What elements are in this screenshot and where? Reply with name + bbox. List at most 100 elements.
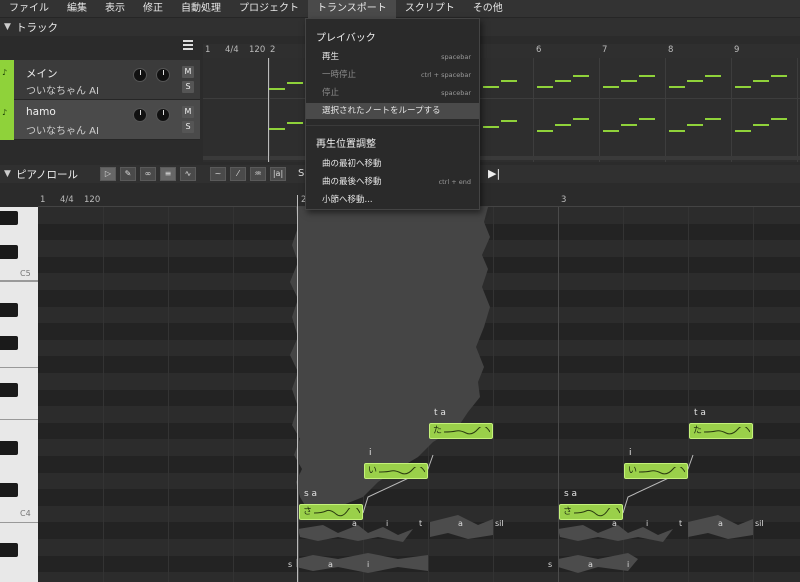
mini-note [735, 86, 751, 88]
menu-item-go-measure[interactable]: 小節へ移動... [306, 192, 479, 208]
note[interactable]: た [689, 423, 753, 439]
piano-roll-grid[interactable]: さ い た さ い た s a i t a s a i t a a i t a … [38, 207, 800, 582]
pan-knob[interactable] [156, 108, 170, 122]
note[interactable]: さ [299, 504, 363, 520]
volume-knob[interactable] [133, 68, 147, 82]
pan-knob[interactable] [156, 68, 170, 82]
mini-note [287, 122, 303, 124]
menu-file[interactable]: ファイル [0, 0, 58, 18]
position-header: 再生位置調整 [316, 139, 376, 150]
link-tool-button[interactable]: ∞ [140, 167, 156, 181]
track-singer[interactable]: ついなちゃん AI [26, 122, 99, 137]
menu-other[interactable]: その他 [464, 0, 512, 18]
snap-tool-button[interactable]: ≡ [160, 167, 176, 181]
black-key[interactable] [0, 543, 18, 557]
menu-auto[interactable]: 自動処理 [172, 0, 230, 18]
mini-note [771, 118, 787, 120]
waveform-tool-button[interactable]: ♒ [250, 167, 266, 181]
curve-tool-button[interactable]: ~ [210, 167, 226, 181]
volume-knob[interactable] [133, 108, 147, 122]
mini-note [537, 86, 553, 88]
track-toolbar [0, 36, 200, 58]
select-tool-button[interactable]: ▷ [100, 167, 116, 181]
menu-item-pause: 一時停止 ctrl + spacebar [322, 70, 471, 80]
menu-item-loop-selected[interactable]: 選択されたノートをループする [306, 103, 479, 119]
mini-note [705, 118, 721, 120]
track-color-tab[interactable] [0, 60, 14, 100]
mini-note [555, 80, 571, 82]
black-key[interactable] [0, 441, 18, 455]
mini-note [753, 80, 769, 82]
arrangement-ruler[interactable]: 1 4/4 120 2 6 7 8 9 [203, 44, 800, 58]
menu-item-go-start[interactable]: 曲の最初へ移動 [306, 156, 479, 172]
mini-note [687, 80, 703, 82]
black-key[interactable] [0, 303, 18, 317]
menu-project[interactable]: プロジェクト [230, 0, 308, 18]
menu-icon[interactable] [183, 40, 193, 52]
mute-button[interactable]: M [182, 106, 194, 118]
piano-keyboard[interactable]: C5 C4 [0, 207, 38, 582]
track-singer[interactable]: ついなちゃん AI [26, 82, 99, 97]
track-row-hamo[interactable]: ♪ hamo ついなちゃん AI M S [0, 100, 200, 140]
black-key[interactable] [0, 383, 18, 397]
horizontal-scrollbar[interactable] [203, 156, 800, 160]
menu-item-play[interactable]: 再生 spacebar [306, 49, 479, 65]
track-name[interactable]: hamo [26, 106, 56, 118]
menu-edit[interactable]: 編集 [58, 0, 96, 18]
piano-roll-title: ピアノロール [16, 168, 79, 181]
waveform-segment [296, 553, 428, 573]
mini-note [483, 126, 499, 128]
menu-view[interactable]: 表示 [96, 0, 134, 18]
menu-item-go-end[interactable]: 曲の最後へ移動 ctrl + end [306, 174, 479, 190]
arrangement-area[interactable] [203, 58, 800, 162]
note-lyric: t a [694, 408, 706, 418]
mini-note [573, 75, 589, 77]
mini-note [639, 118, 655, 120]
track-color-tab[interactable] [0, 100, 14, 140]
track-row-main[interactable]: ♪ メイン ついなちゃん AI M S [0, 60, 200, 100]
pitch-tool-button[interactable]: ∿ [180, 167, 196, 181]
bar-number: 9 [734, 45, 740, 55]
note[interactable]: い [624, 463, 688, 479]
mini-note [753, 124, 769, 126]
tracks-title: トラック [16, 21, 58, 34]
black-key[interactable] [0, 483, 18, 497]
note[interactable]: さ [559, 504, 623, 520]
mute-button[interactable]: M [182, 66, 194, 78]
arrangement-playhead[interactable] [268, 58, 269, 162]
phoneme-label: a [352, 519, 357, 528]
time-signature: 4/4 [60, 195, 74, 205]
menu-bar: ファイル 編集 表示 修正 自動処理 プロジェクト トランスポート スクリプト … [0, 0, 800, 18]
white-key[interactable] [0, 207, 38, 281]
mini-note [771, 75, 787, 77]
note[interactable]: た [429, 423, 493, 439]
line-tool-button[interactable]: ⁄ [230, 167, 246, 181]
chevron-down-icon: ▼ [4, 22, 11, 32]
play-icon[interactable]: ▶| [488, 167, 500, 180]
time-signature: 4/4 [225, 45, 239, 55]
phoneme-label: i [646, 519, 649, 528]
piano-roll-playhead[interactable] [297, 195, 298, 582]
playback-header: プレイバック [316, 33, 376, 44]
note-lyric: i [629, 448, 632, 458]
lyric-tool-button[interactable]: |a| [270, 167, 286, 181]
mini-note [269, 88, 285, 90]
track-name[interactable]: メイン [26, 66, 58, 81]
phoneme-label: a [458, 519, 463, 528]
mini-note [603, 86, 619, 88]
menu-transport[interactable]: トランスポート [308, 0, 396, 18]
menu-modify[interactable]: 修正 [134, 0, 172, 18]
menu-script[interactable]: スクリプト [396, 0, 464, 18]
bar-number: 7 [602, 45, 608, 55]
black-key[interactable] [0, 336, 18, 350]
mini-note [287, 82, 303, 84]
note[interactable]: い [364, 463, 428, 479]
pencil-tool-button[interactable]: ✎ [120, 167, 136, 181]
solo-button[interactable]: S [182, 121, 194, 133]
solo-button[interactable]: S [182, 81, 194, 93]
phoneme-label: sil [755, 519, 764, 528]
mini-note [537, 130, 553, 132]
phoneme-label: i [627, 560, 630, 569]
key-label-c5: C5 [20, 269, 31, 278]
phoneme-label: sil [495, 519, 504, 528]
